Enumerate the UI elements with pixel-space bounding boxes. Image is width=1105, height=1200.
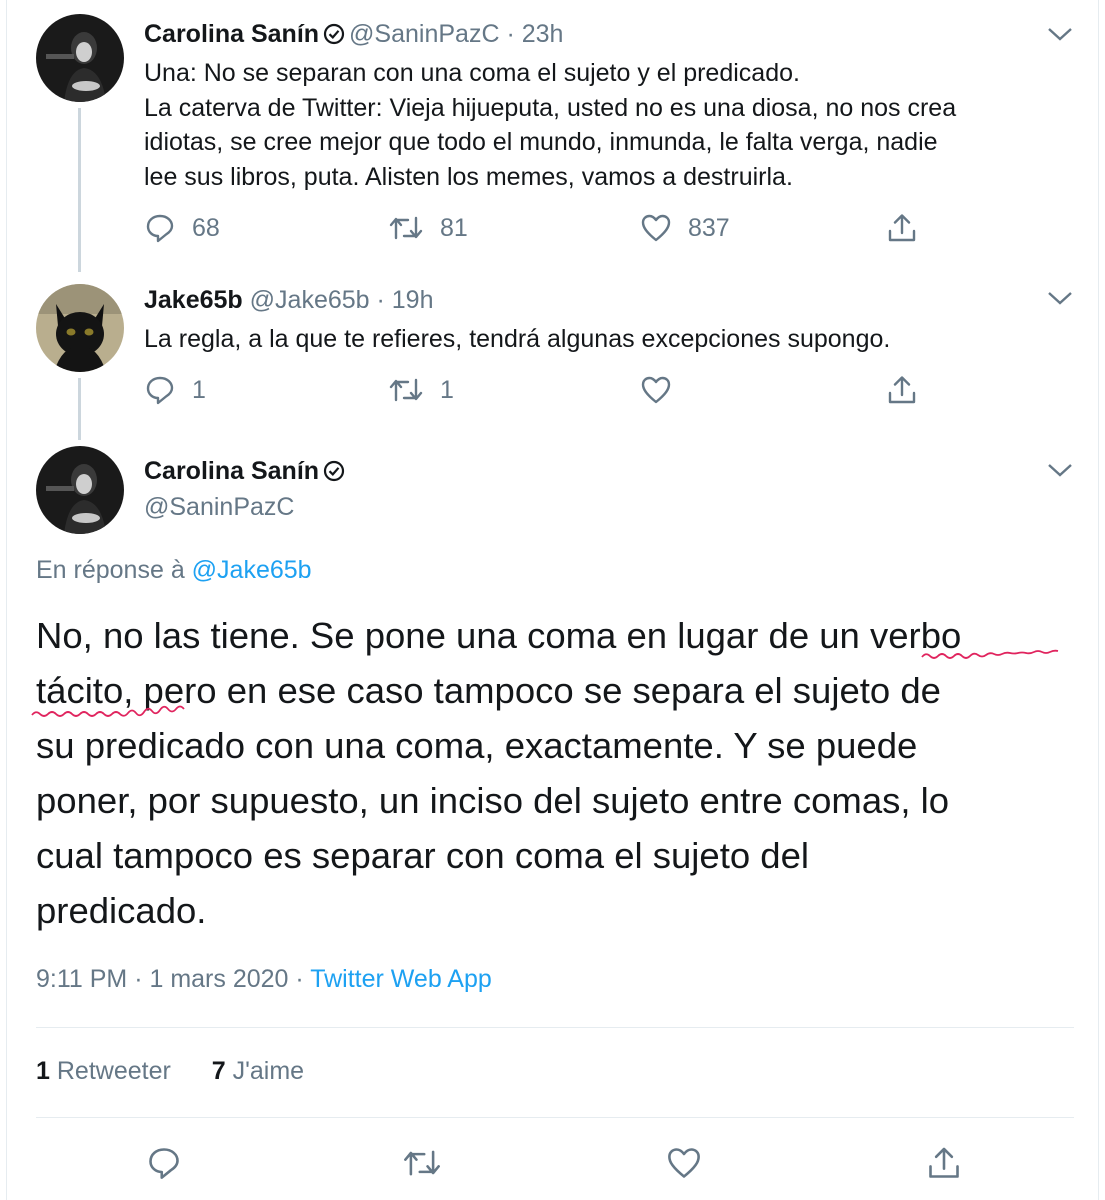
handle[interactable]: @SaninPazC <box>349 20 499 48</box>
display-name[interactable]: Carolina Sanín <box>144 20 319 48</box>
like-button[interactable]: 837 <box>640 212 730 244</box>
handle[interactable]: @SaninPazC <box>144 491 294 523</box>
likes-stat[interactable]: 7 J'aime <box>212 1057 304 1085</box>
verified-badge-icon <box>323 23 345 45</box>
chevron-down-icon[interactable] <box>1047 26 1073 42</box>
timestamp[interactable]: 19h <box>392 286 434 314</box>
tweet-meta: 9:11 PM · 1 mars 2020 · Twitter Web App <box>36 965 492 993</box>
retweet-button[interactable]: 1 <box>388 374 454 406</box>
display-name[interactable]: Carolina Sanín <box>144 457 319 485</box>
cat-avatar-icon <box>36 284 124 372</box>
reply-count: 68 <box>192 213 220 242</box>
tweet-actions: 68 81 837 <box>144 212 934 248</box>
heart-icon <box>641 376 671 404</box>
tweet-time[interactable]: 9:11 PM <box>36 965 127 993</box>
tweet-actions <box>0 1145 1105 1185</box>
chevron-down-icon[interactable] <box>1047 462 1073 478</box>
tweet-header: Jake65b @Jake65b · 19h <box>144 286 434 314</box>
chevron-down-icon[interactable] <box>1047 290 1073 306</box>
reply-count: 1 <box>192 375 206 404</box>
tweet-text: Una: No se separan con una coma el sujet… <box>144 59 957 191</box>
avatar[interactable] <box>36 446 124 534</box>
retweet-button[interactable]: 81 <box>388 212 468 244</box>
reply-button[interactable]: 1 <box>144 374 206 406</box>
avatar[interactable] <box>36 14 124 102</box>
retweet-icon[interactable] <box>402 1145 442 1181</box>
spellcheck-underline <box>921 649 1059 659</box>
share-button[interactable] <box>886 374 918 406</box>
retweet-count: 1 <box>440 375 454 404</box>
share-button[interactable] <box>886 212 918 244</box>
divider <box>36 1027 1074 1028</box>
retweet-icon <box>389 216 423 240</box>
reply-button[interactable]: 68 <box>144 212 220 244</box>
timestamp[interactable]: 23h <box>522 20 564 48</box>
tweet-actions: 1 1 <box>144 374 934 410</box>
avatar-photo-icon <box>36 14 124 102</box>
tweet-header: Carolina Sanín @SaninPazC · 23h <box>144 20 564 48</box>
share-icon[interactable] <box>926 1145 962 1181</box>
divider <box>36 1117 1074 1118</box>
tweet-text: La regla, a la que te refieres, tendrá a… <box>144 325 891 353</box>
retweet-icon <box>389 378 423 402</box>
share-icon <box>888 214 916 242</box>
like-button[interactable] <box>640 374 672 406</box>
reply-context: En réponse à @Jake65b <box>36 556 312 584</box>
thread-line <box>78 378 81 440</box>
heart-icon[interactable] <box>666 1145 702 1181</box>
thread-line <box>78 108 81 272</box>
display-name[interactable]: Jake65b <box>144 286 243 314</box>
verified-badge-icon <box>323 460 345 482</box>
retweet-count: 81 <box>440 213 468 242</box>
avatar-photo-icon <box>36 446 124 534</box>
reply-to-link[interactable]: @Jake65b <box>192 556 312 584</box>
avatar[interactable] <box>36 284 124 372</box>
share-icon <box>888 376 916 404</box>
tweet-date[interactable]: 1 mars 2020 <box>149 965 288 993</box>
like-count: 837 <box>688 213 730 242</box>
reply-icon <box>146 214 174 243</box>
spellcheck-underline <box>31 705 185 717</box>
source-link[interactable]: Twitter Web App <box>310 965 492 993</box>
reply-icon[interactable] <box>146 1145 182 1181</box>
retweets-stat[interactable]: 1 Retweeter <box>36 1057 171 1085</box>
tweet-header: Carolina Sanín <box>144 455 349 487</box>
heart-icon <box>641 214 671 242</box>
reply-icon <box>146 376 174 405</box>
engagement-stats: 1 Retweeter 7 J'aime <box>36 1057 304 1086</box>
handle[interactable]: @Jake65b <box>250 286 370 314</box>
